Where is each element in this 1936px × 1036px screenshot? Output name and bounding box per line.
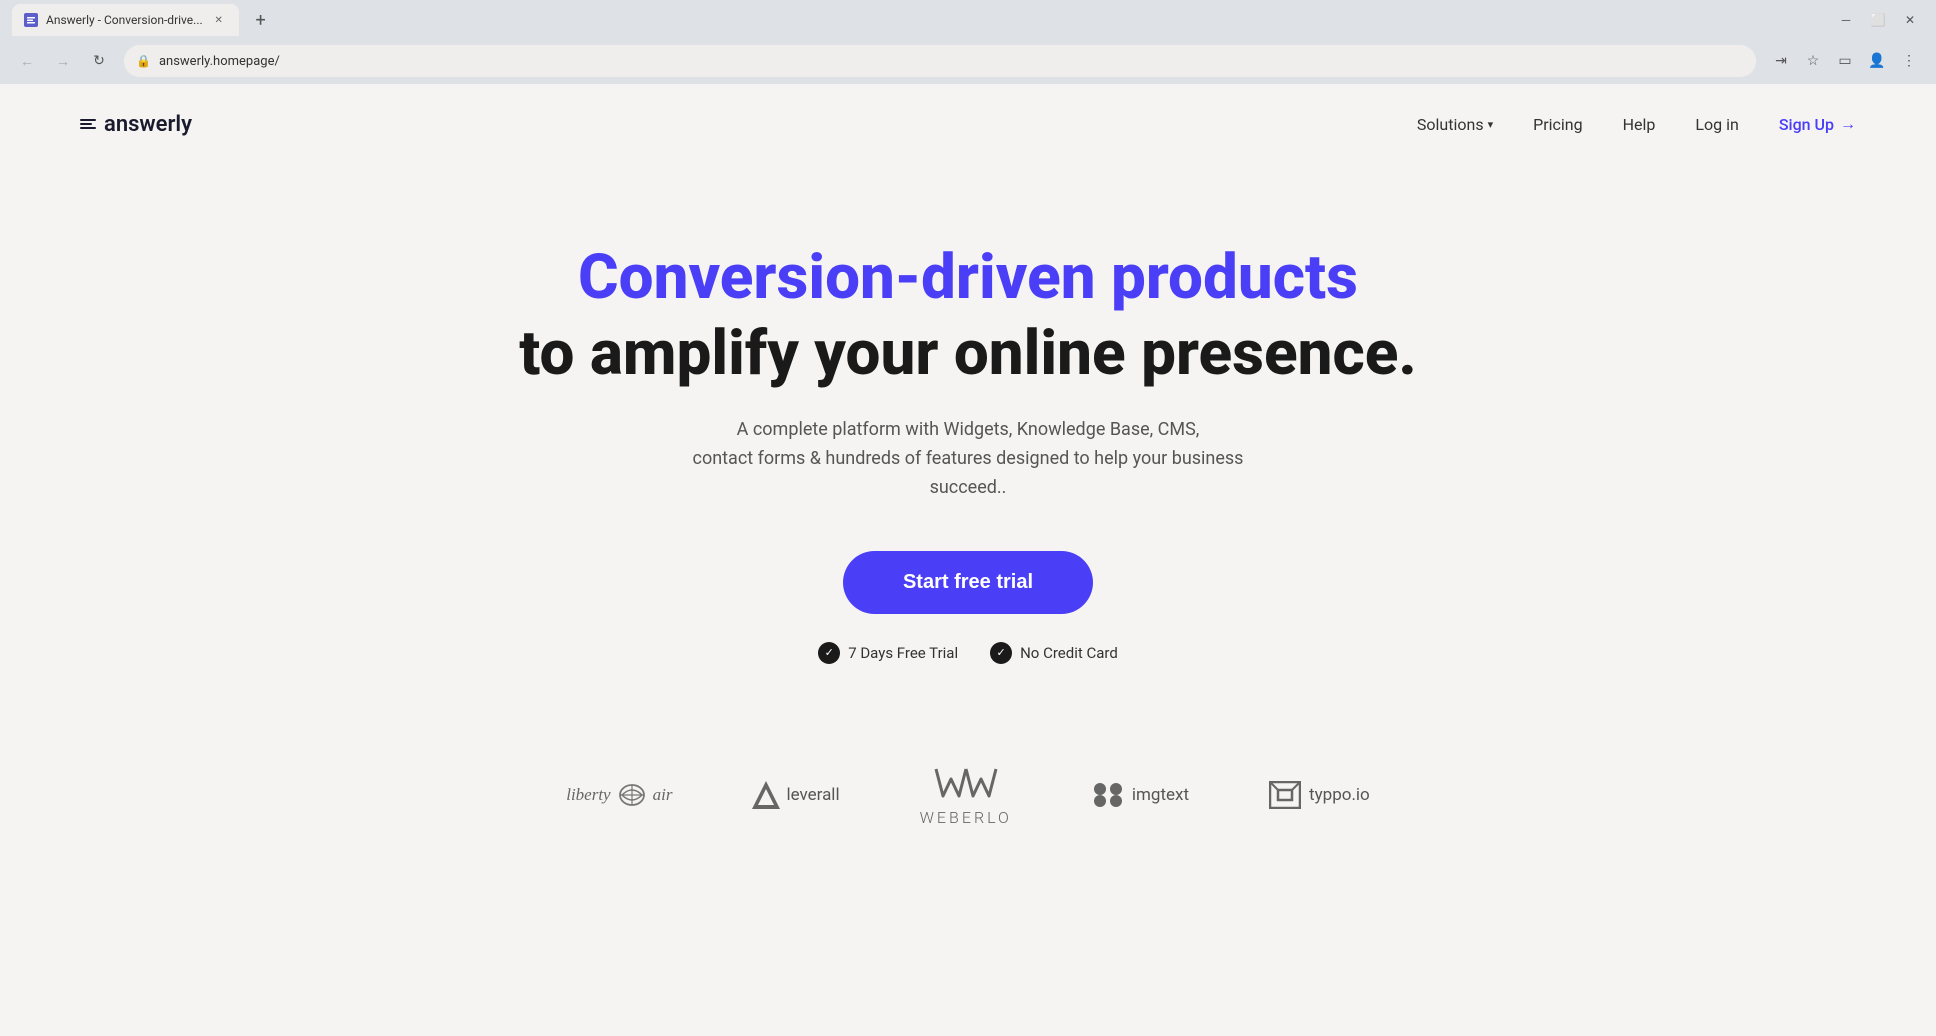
liberty-air-logo: liberty air [566, 783, 672, 807]
browser-chrome: Answerly - Conversion-drive... ✕ + ─ ⬜ ✕… [0, 0, 1936, 84]
weberlo-text: Weberlo [920, 808, 1012, 827]
hero-subtitle-line1: A complete platform with Widgets, Knowle… [737, 419, 1200, 440]
address-bar[interactable]: 🔒 answerly.homepage/ [124, 45, 1756, 77]
trial-badge: ✓ 7 Days Free Trial [818, 642, 958, 664]
hero-section: Conversion-driven products to amplify yo… [0, 164, 1936, 724]
window-controls: ─ ⬜ ✕ [1832, 6, 1924, 34]
typpo-icon [1269, 781, 1301, 809]
trial-badge-label: 7 Days Free Trial [848, 644, 958, 662]
leverall-text: leverall [786, 785, 839, 805]
logo[interactable]: answerly [80, 112, 192, 137]
back-button[interactable]: ← [12, 46, 42, 76]
nav-signup[interactable]: Sign Up → [1779, 114, 1856, 134]
logos-section: liberty air leverall Weberl [0, 724, 1936, 887]
check-icon-2: ✓ [990, 642, 1012, 664]
refresh-button[interactable]: ↻ [84, 46, 114, 76]
arrow-right-icon: → [1840, 114, 1856, 134]
logo-icon [80, 119, 96, 129]
imgtext-icon [1092, 781, 1124, 809]
imgtext-text: imgtext [1132, 785, 1189, 805]
typpo-text: typpo.io [1309, 785, 1370, 805]
sidebar-button[interactable]: ▭ [1830, 46, 1860, 76]
website-content: answerly Solutions ▾ Pricing Help Log in… [0, 84, 1936, 1036]
logo-line-2 [80, 123, 92, 125]
tab-close-button[interactable]: ✕ [211, 12, 227, 28]
minimize-button[interactable]: ─ [1832, 6, 1860, 34]
share-button[interactable]: ⇥ [1766, 46, 1796, 76]
nav-login[interactable]: Log in [1695, 115, 1738, 134]
typpo-logo: typpo.io [1269, 781, 1370, 809]
maximize-button[interactable]: ⬜ [1864, 6, 1892, 34]
hero-title-line2: to amplify your online presence. [519, 320, 1417, 388]
weberlo-w-icon [931, 764, 1001, 804]
chevron-down-icon: ▾ [1488, 118, 1494, 131]
start-trial-button[interactable]: Start free trial [843, 551, 1093, 614]
logo-text: answerly [104, 112, 192, 137]
trust-badges: ✓ 7 Days Free Trial ✓ No Credit Card [818, 642, 1118, 664]
new-tab-button[interactable]: + [247, 6, 275, 34]
liberty-circle-icon [617, 783, 647, 807]
air-text: air [653, 785, 673, 805]
hero-subtitle-line2: contact forms & hundreds of features des… [693, 448, 1244, 498]
menu-button[interactable]: ⋮ [1894, 46, 1924, 76]
no-credit-badge-label: No Credit Card [1020, 644, 1118, 662]
lock-icon: 🔒 [136, 54, 151, 68]
nav-help[interactable]: Help [1623, 115, 1656, 134]
leverall-logo: leverall [752, 779, 839, 811]
nav-pricing[interactable]: Pricing [1533, 115, 1583, 134]
url-text: answerly.homepage/ [159, 54, 280, 69]
hero-title-line1: Conversion-driven products [578, 244, 1358, 312]
browser-toolbar: ← → ↻ 🔒 answerly.homepage/ ⇥ ☆ ▭ 👤 ⋮ [0, 40, 1936, 84]
logo-line-3 [80, 127, 96, 129]
toolbar-actions: ⇥ ☆ ▭ 👤 ⋮ [1766, 46, 1924, 76]
title-bar: Answerly - Conversion-drive... ✕ + ─ ⬜ ✕ [0, 0, 1936, 40]
browser-tab[interactable]: Answerly - Conversion-drive... ✕ [12, 4, 239, 36]
no-credit-badge: ✓ No Credit Card [990, 642, 1118, 664]
nav-solutions[interactable]: Solutions ▾ [1417, 115, 1493, 134]
weberlo-logo: Weberlo [920, 764, 1012, 827]
main-nav: answerly Solutions ▾ Pricing Help Log in… [0, 84, 1936, 164]
tab-title: Answerly - Conversion-drive... [46, 13, 203, 27]
tab-favicon [24, 13, 38, 27]
close-button[interactable]: ✕ [1896, 6, 1924, 34]
check-icon-1: ✓ [818, 642, 840, 664]
hero-subtitle: A complete platform with Widgets, Knowle… [668, 416, 1268, 502]
liberty-text: liberty [566, 785, 610, 805]
leverall-triangle-icon [752, 779, 780, 811]
forward-button[interactable]: → [48, 46, 78, 76]
profile-button[interactable]: 👤 [1862, 46, 1892, 76]
logo-line-1 [80, 119, 96, 121]
nav-links: Solutions ▾ Pricing Help Log in Sign Up … [1417, 114, 1856, 134]
bookmark-button[interactable]: ☆ [1798, 46, 1828, 76]
imgtext-logo: imgtext [1092, 781, 1189, 809]
